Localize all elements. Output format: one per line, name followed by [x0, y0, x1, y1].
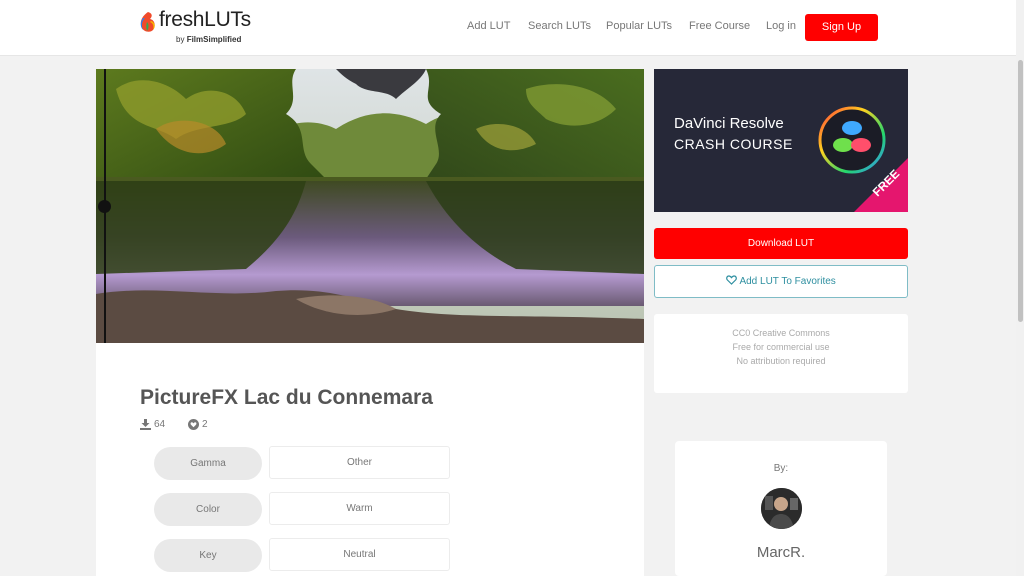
attribute-value-gamma: Other [269, 446, 450, 479]
favorite-button-label: Add LUT To Favorites [739, 276, 836, 287]
favorite-count: 2 [188, 419, 208, 430]
page-scrollbar[interactable] [1016, 0, 1024, 576]
nav-popular-luts[interactable]: Popular LUTs [606, 20, 672, 32]
license-type: CC0 Creative Commons [732, 328, 830, 338]
nav-search-luts[interactable]: Search LUTs [528, 20, 591, 32]
lut-title: PictureFX Lac du Connemara [140, 386, 433, 409]
sign-up-button[interactable]: Sign Up [805, 14, 878, 41]
download-icon [140, 419, 151, 430]
site-header: freshLUTs by FilmSimplified Add LUT Sear… [0, 0, 1016, 56]
author-name[interactable]: MarcR. [675, 544, 887, 561]
license-box: CC0 Creative Commons Free for commercial… [654, 314, 908, 393]
download-lut-button[interactable]: Download LUT [654, 228, 908, 259]
author-avatar[interactable] [761, 488, 802, 529]
nav-free-course[interactable]: Free Course [689, 20, 750, 32]
lut-preview-image[interactable] [96, 69, 644, 343]
license-attribution: No attribution required [736, 356, 826, 366]
free-ribbon [854, 158, 908, 212]
attribute-label-color: Color [154, 493, 262, 526]
attribute-value-key: Neutral [269, 538, 450, 571]
attribute-value-color: Warm [269, 492, 450, 525]
logo-byline: by FilmSimplified [176, 35, 242, 44]
author-by-label: By: [773, 463, 789, 474]
attribute-label-key: Key [154, 539, 262, 572]
add-to-favorites-button[interactable]: Add LUT To Favorites [654, 265, 908, 298]
scrollbar-thumb[interactable] [1018, 60, 1023, 322]
nav-add-lut[interactable]: Add LUT [467, 20, 510, 32]
attribute-label-gamma: Gamma [154, 447, 262, 480]
davinci-course-ad[interactable]: DaVinci Resolve CRASH COURSE FREE [654, 69, 908, 212]
freshluts-logo[interactable]: freshLUTs by FilmSimplified [138, 8, 251, 48]
logo-text: freshLUTs [159, 8, 251, 31]
download-count-value: 64 [154, 419, 166, 430]
nav-log-in[interactable]: Log in [766, 20, 796, 32]
heart-outline-icon [726, 275, 738, 285]
download-count: 64 [140, 419, 165, 430]
favorite-count-value: 2 [202, 419, 208, 430]
logo-mark-icon [140, 12, 155, 32]
author-card[interactable]: By: MarcR. [675, 441, 887, 576]
compare-slider-handle[interactable] [98, 200, 111, 213]
license-commercial: Free for commercial use [732, 342, 830, 352]
heart-badge-icon [188, 419, 199, 430]
